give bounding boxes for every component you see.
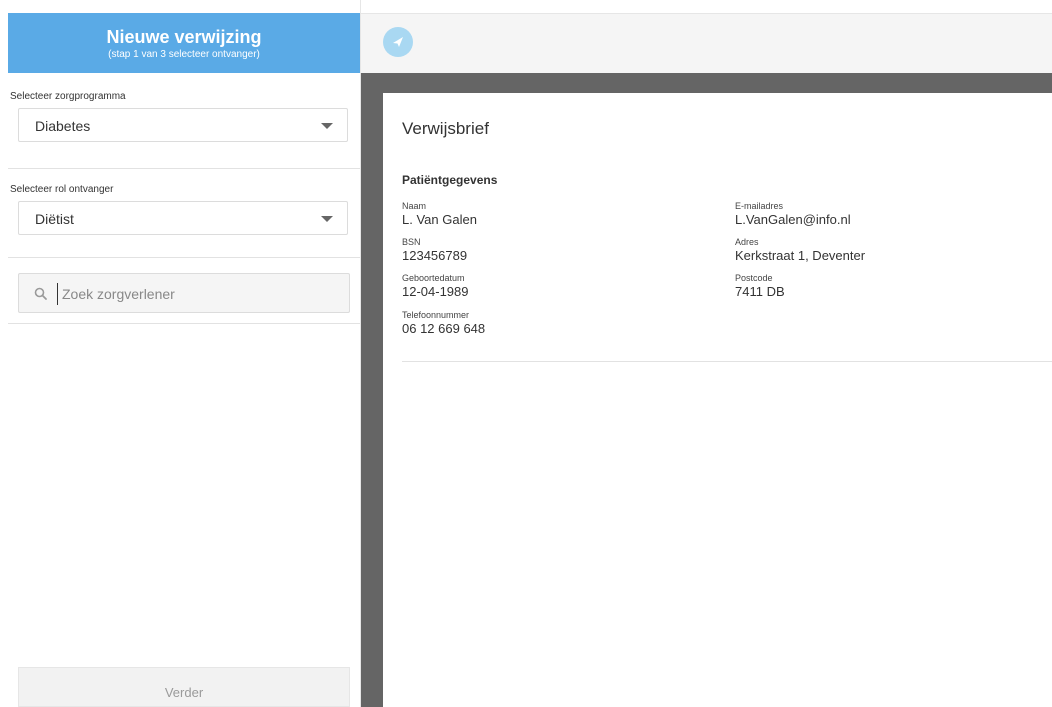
field-value: 06 12 669 648 xyxy=(402,321,486,336)
document-viewer: Verwijsbrief Patiëntgegevens Naam L. Van… xyxy=(361,73,1052,707)
paper-plane-icon xyxy=(393,37,403,47)
zorgprogramma-value: Diabetes xyxy=(35,118,91,134)
field-label: E-mailadres xyxy=(735,201,784,211)
zorgprogramma-section: Selecteer zorgprogramma Diabetes xyxy=(8,91,360,142)
field-value: 12-04-1989 xyxy=(402,284,469,299)
rol-select[interactable]: Diëtist xyxy=(18,201,348,235)
field-adres: Adres Kerkstraat 1, Deventer xyxy=(735,237,865,264)
field-label: Postcode xyxy=(735,273,773,283)
divider xyxy=(8,257,360,258)
divider xyxy=(8,168,360,169)
field-postcode: Postcode 7411 DB xyxy=(735,273,785,300)
field-label: Naam xyxy=(402,201,427,211)
zorgprogramma-label: Selecteer zorgprogramma xyxy=(10,91,126,102)
left-panel: Nieuwe verwijzing (stap 1 van 3 selectee… xyxy=(0,0,361,707)
field-value: 123456789 xyxy=(402,248,468,263)
field-value: Kerkstraat 1, Deventer xyxy=(735,248,866,263)
zorgprogramma-select[interactable]: Diabetes xyxy=(18,108,348,142)
field-bsn: BSN 123456789 xyxy=(402,237,467,264)
document-page: Verwijsbrief Patiëntgegevens Naam L. Van… xyxy=(383,93,1052,707)
field-label: Geboortedatum xyxy=(402,273,465,283)
chevron-down-icon xyxy=(321,216,333,222)
search-input[interactable] xyxy=(57,283,334,305)
document-title: Verwijsbrief xyxy=(402,119,489,138)
field-label: BSN xyxy=(402,237,421,247)
field-telefoonnummer: Telefoonnummer 06 12 669 648 xyxy=(402,310,485,337)
search-box[interactable] xyxy=(18,273,350,313)
divider xyxy=(402,361,1052,362)
search-icon xyxy=(34,287,47,300)
panel-header: Nieuwe verwijzing (stap 1 van 3 selectee… xyxy=(8,13,360,73)
rol-section: Selecteer rol ontvanger Diëtist xyxy=(8,184,360,235)
panel-subtitle: (stap 1 van 3 selecteer ontvanger) xyxy=(108,49,260,60)
field-label: Adres xyxy=(735,237,759,247)
verder-button[interactable]: Verder xyxy=(18,667,350,707)
chevron-down-icon xyxy=(321,123,333,129)
field-value: 7411 DB xyxy=(735,284,785,299)
field-value: L. Van Galen xyxy=(402,212,477,227)
field-value: L.VanGalen@info.nl xyxy=(735,212,851,227)
field-label: Telefoonnummer xyxy=(402,310,470,320)
rol-label: Selecteer rol ontvanger xyxy=(10,184,114,195)
patient-section-title: Patiëntgegevens xyxy=(402,173,498,187)
panel-title: Nieuwe verwijzing xyxy=(106,27,262,47)
toolbar xyxy=(361,13,1052,73)
field-geboortedatum: Geboortedatum 12-04-1989 xyxy=(402,273,469,300)
rol-value: Diëtist xyxy=(35,211,74,227)
field-emailadres: E-mailadres L.VanGalen@info.nl xyxy=(735,201,851,228)
field-naam: Naam L. Van Galen xyxy=(402,201,477,228)
divider xyxy=(8,323,360,324)
send-button[interactable] xyxy=(383,27,413,57)
